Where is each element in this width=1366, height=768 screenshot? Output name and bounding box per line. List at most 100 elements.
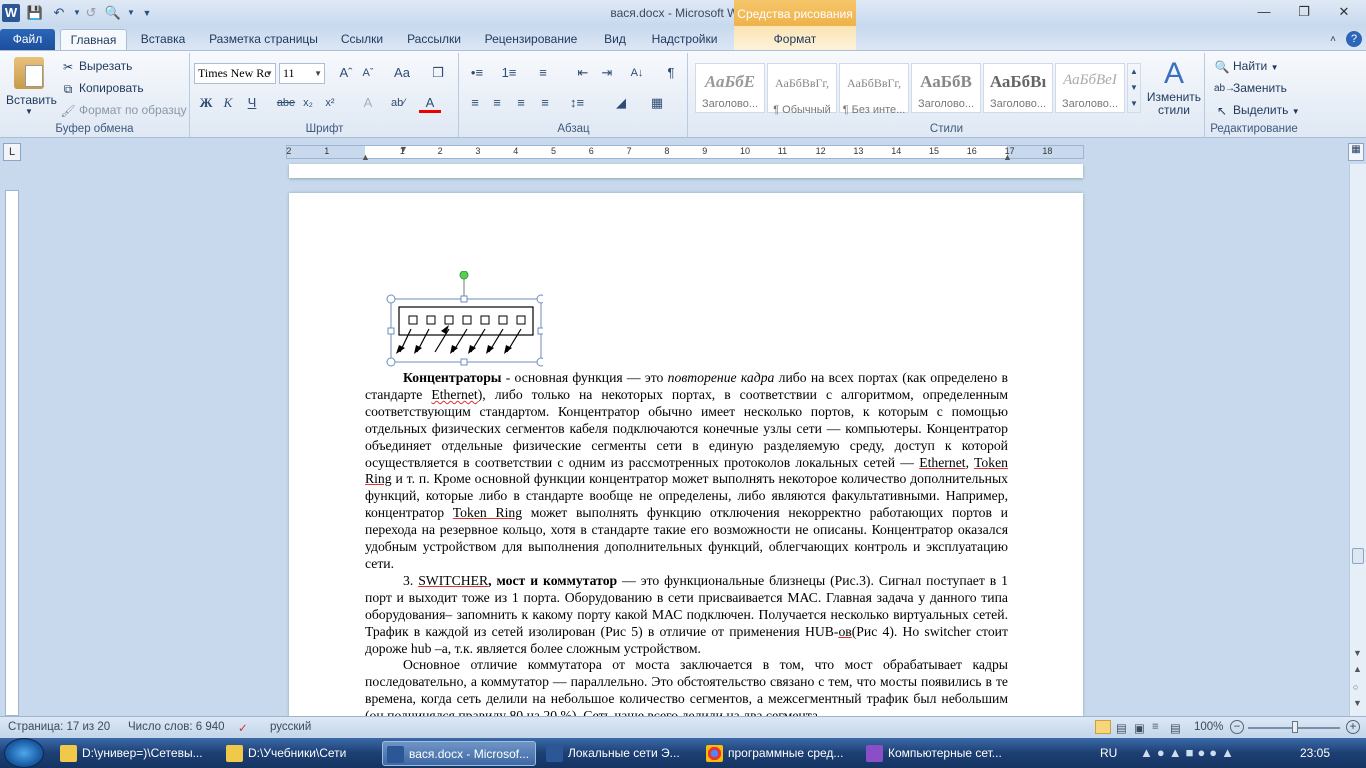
show-formatting-icon[interactable]: ¶	[660, 63, 682, 83]
hub-drawing[interactable]	[383, 271, 543, 369]
borders-icon[interactable]: ▦	[646, 93, 668, 113]
tab-review[interactable]: Рецензирование	[476, 29, 586, 50]
taskbar-item[interactable]: D:\универ=)\Сетевы...	[56, 741, 218, 766]
highlight-icon[interactable]: ab⁄	[387, 93, 409, 113]
close-button[interactable]: ✕	[1324, 0, 1364, 24]
style-heading-4[interactable]: АаБбВеI Заголово...	[1055, 63, 1125, 113]
language-indicator[interactable]: RU	[1100, 746, 1117, 760]
replace-button[interactable]: ab→Заменить	[1214, 81, 1287, 97]
left-indent-marker[interactable]: ▲	[361, 152, 370, 162]
tray-icons[interactable]: ▲●▲■●●▲	[1140, 745, 1238, 760]
change-styles-button[interactable]: A Изменить стили	[1145, 57, 1203, 117]
prev-page-icon[interactable]: ▲	[1353, 664, 1362, 674]
taskbar-item[interactable]: программные сред...	[702, 741, 856, 766]
collapse-ribbon-icon[interactable]: ˄	[1326, 29, 1340, 50]
sort-icon[interactable]: A↓	[626, 63, 648, 83]
multilevel-list-icon[interactable]: ≡	[532, 63, 554, 83]
vertical-scrollbar[interactable]: ▼ ▲ ○ ▼	[1349, 164, 1366, 716]
clock[interactable]: 23:05	[1300, 746, 1330, 760]
strikethrough-icon[interactable]: abe	[275, 93, 297, 113]
redo-icon[interactable]: ↺	[82, 4, 100, 22]
horizontal-ruler[interactable]: 2 1 1 2 3 4 5 6 7 8 9 10 11 12 13 14 15 16 17 18 ▼ ▲ ▲	[286, 144, 1084, 162]
font-color-icon[interactable]: A	[419, 93, 441, 113]
browse-object-icon[interactable]: ○	[1353, 682, 1358, 692]
numbering-icon[interactable]: 1≡	[498, 63, 520, 83]
tab-format[interactable]: Формат	[734, 26, 856, 50]
draft-icon[interactable]: ▤	[1170, 721, 1181, 735]
scroll-down-icon[interactable]: ▼	[1353, 648, 1362, 658]
print-layout-icon[interactable]	[1095, 720, 1111, 734]
view-ruler-icon[interactable]: ▦	[1348, 143, 1364, 161]
copy-button[interactable]: ⧉ Копировать	[60, 81, 144, 97]
zoom-level[interactable]: 100%	[1194, 721, 1223, 733]
style-normal[interactable]: АаБбВвГг, ¶ Обычный	[767, 63, 837, 116]
help-icon[interactable]: ?	[1346, 31, 1362, 47]
style-heading-1[interactable]: АаБбЕ Заголово...	[695, 63, 765, 113]
shrink-font-icon[interactable]: Aˇ	[357, 63, 379, 83]
right-indent-marker[interactable]: ▲	[1003, 152, 1012, 162]
word-count[interactable]: Число слов: 6 940	[128, 721, 225, 733]
taskbar-item[interactable]: Локальные сети Э...	[542, 741, 696, 766]
format-painter-button[interactable]: 🖌 Формат по образцу	[60, 103, 186, 119]
minimize-button[interactable]: —	[1244, 0, 1284, 24]
align-center-icon[interactable]: ≡	[486, 93, 508, 113]
paste-button[interactable]: Вставить ▼	[6, 57, 57, 116]
justify-icon[interactable]: ≡	[534, 93, 556, 113]
subscript-icon[interactable]: x₂	[297, 93, 319, 113]
web-layout-icon[interactable]: ▣	[1134, 721, 1145, 735]
outline-icon[interactable]: ≡	[1152, 721, 1159, 733]
document-text[interactable]: Концентраторы - основная функция — это п…	[365, 370, 1008, 725]
align-right-icon[interactable]: ≡	[510, 93, 532, 113]
language[interactable]: русский	[270, 721, 311, 733]
align-left-icon[interactable]: ≡	[464, 93, 486, 113]
start-button[interactable]	[4, 738, 44, 768]
taskbar-item[interactable]: Компьютерные сет...	[862, 741, 1016, 766]
decrease-indent-icon[interactable]: ⇤	[572, 63, 594, 83]
bullets-icon[interactable]: •≡	[466, 63, 488, 83]
zoom-out-icon[interactable]: −	[1230, 720, 1244, 734]
tab-references[interactable]: Ссылки	[334, 29, 390, 50]
next-page-icon[interactable]: ▼	[1353, 698, 1362, 708]
scroll-thumb[interactable]	[1352, 548, 1364, 564]
underline-icon[interactable]: Ч	[241, 93, 263, 113]
customize-toolbar-icon[interactable]: ▼	[138, 4, 156, 22]
tab-insert[interactable]: Вставка	[134, 29, 192, 50]
reading-layout-icon[interactable]: ▤	[1116, 721, 1127, 735]
tab-page-layout[interactable]: Разметка страницы	[200, 29, 327, 50]
tab-home[interactable]: Главная	[60, 29, 127, 50]
vertical-ruler[interactable]	[5, 190, 19, 716]
font-name-combo[interactable]: Times New Rc ▼	[194, 63, 276, 84]
tab-addins[interactable]: Надстройки	[643, 29, 726, 50]
line-spacing-icon[interactable]: ↕≡	[566, 93, 588, 113]
first-line-indent-marker[interactable]: ▼	[399, 144, 408, 154]
proofing-icon[interactable]: ✓	[238, 721, 248, 735]
word-icon[interactable]: W	[2, 4, 20, 22]
undo-icon[interactable]: ↶	[50, 4, 68, 22]
tab-selector-button[interactable]: L	[3, 143, 21, 161]
maximize-button[interactable]: ❐	[1284, 0, 1324, 24]
styles-scroll-icon[interactable]: ▲ ▼ ▼	[1127, 63, 1141, 113]
rotate-handle[interactable]	[459, 271, 469, 280]
zoom-slider-thumb[interactable]	[1292, 721, 1298, 733]
cut-button[interactable]: ✂ Вырезать	[60, 59, 132, 75]
clear-format-icon[interactable]: ❒	[427, 63, 449, 83]
zoom-in-icon[interactable]: +	[1346, 720, 1360, 734]
document-page[interactable]: Концентраторы - основная функция — это п…	[289, 193, 1083, 733]
tab-mailings[interactable]: Рассылки	[400, 29, 468, 50]
tab-view[interactable]: Вид	[595, 29, 635, 50]
taskbar-item[interactable]: D:\Учебники\Сети	[222, 741, 372, 766]
font-size-combo[interactable]: 11 ▼	[279, 63, 325, 84]
save-icon[interactable]: 💾	[26, 4, 44, 22]
grow-font-icon[interactable]: Aˆ	[335, 63, 357, 83]
style-heading-3[interactable]: АаБбВı Заголово...	[983, 63, 1053, 113]
style-heading-2[interactable]: АаБбВ Заголово...	[911, 63, 981, 113]
tab-file[interactable]: Файл	[0, 29, 55, 50]
print-preview-icon[interactable]: 🔍	[104, 4, 122, 22]
change-case-icon[interactable]: Aa	[391, 63, 413, 83]
taskbar-item-active[interactable]: вася.docx - Microsof...	[382, 741, 536, 766]
increase-indent-icon[interactable]: ⇥	[596, 63, 618, 83]
select-button[interactable]: ↖ Выделить ▼	[1214, 103, 1300, 119]
shading-icon[interactable]: ◢	[610, 93, 632, 113]
page-count[interactable]: Страница: 17 из 20	[8, 721, 110, 733]
superscript-icon[interactable]: x²	[319, 93, 341, 113]
